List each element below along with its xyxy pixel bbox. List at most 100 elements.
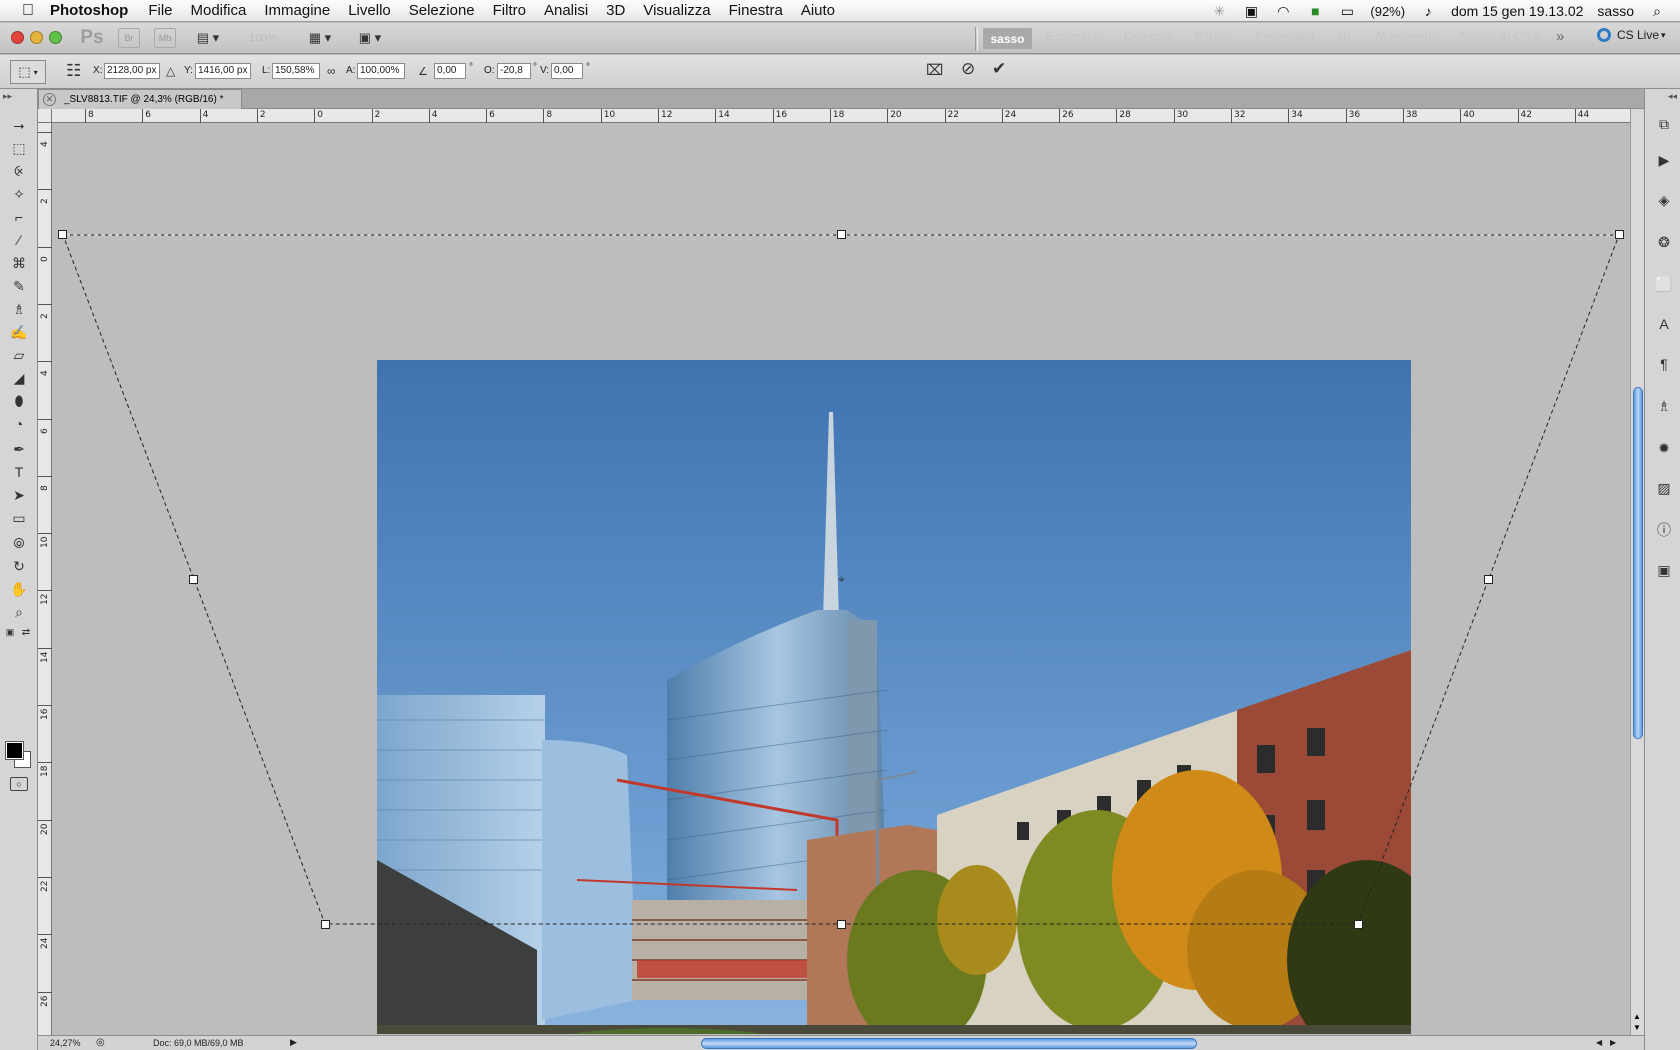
menu-analisi[interactable]: Analisi <box>544 2 588 19</box>
commit-transform-icon[interactable]: ✔ <box>992 59 1006 79</box>
vertical-ruler[interactable]: 4 2 0 2 4 6 8 10 12 14 16 18 20 22 24 26 <box>38 123 52 1035</box>
hand-tool-icon[interactable]: ✋ <box>8 579 30 599</box>
document-tab[interactable]: ✕ _SLV8813.TIF @ 24,3% (RGB/16) * <box>38 89 242 109</box>
paragraph-panel-icon[interactable]: ¶ <box>1653 353 1675 375</box>
scroll-right-arrow-icon[interactable]: ▶ <box>1610 1038 1616 1047</box>
healing-brush-tool-icon[interactable]: ⌘ <box>8 253 30 273</box>
clone-source-panel-icon[interactable]: ♗ <box>1653 395 1675 417</box>
transform-center-point-icon[interactable]: ⌖ <box>835 573 848 586</box>
cancel-transform-icon[interactable]: ⊘ <box>961 59 975 79</box>
horizontal-skew-field[interactable]: -20,8 <box>497 63 531 79</box>
scroll-down-arrow-icon[interactable]: ▼ <box>1633 1023 1641 1032</box>
marquee-tool-icon[interactable]: ⬚ <box>8 138 30 158</box>
move-tool-icon[interactable]: ⭢ <box>8 115 30 135</box>
transform-handle-top-left[interactable] <box>58 230 67 239</box>
lasso-tool-icon[interactable]: ⨴ <box>8 161 30 181</box>
transform-handle-middle-right[interactable] <box>1484 575 1493 584</box>
default-colors-icon[interactable]: ▣ <box>4 622 16 642</box>
menu-app-name[interactable]: Photoshop <box>50 2 128 19</box>
workspace-3d[interactable]: 3D <box>1336 29 1351 43</box>
relative-position-icon[interactable]: △ <box>166 64 175 78</box>
workspace-essenziali[interactable]: Essenziali <box>1046 29 1104 43</box>
input-flag-icon[interactable]: ■ <box>1306 3 1324 19</box>
battery-icon[interactable]: ▭ <box>1338 3 1356 20</box>
more-workspaces-button[interactable]: » <box>1556 28 1564 45</box>
character-panel-icon[interactable]: A <box>1653 313 1675 335</box>
view-extras-button[interactable]: ▤ ▾ <box>190 28 226 48</box>
menu-finestra[interactable]: Finestra <box>729 2 783 19</box>
clock[interactable]: dom 15 gen 19.13.02 <box>1451 3 1583 19</box>
transform-handle-bottom-left[interactable] <box>321 920 330 929</box>
menu-livello[interactable]: Livello <box>348 2 391 19</box>
layers-panel-icon[interactable]: ◈ <box>1653 189 1675 211</box>
swap-colors-icon[interactable]: ⇄ <box>20 622 32 642</box>
horizontal-scroll-thumb[interactable] <box>701 1038 1197 1049</box>
3d-orbit-tool-icon[interactable]: ↻ <box>8 556 30 576</box>
transform-handle-top-right[interactable] <box>1615 230 1624 239</box>
pen-tool-icon[interactable]: ✒ <box>8 439 30 459</box>
mini-bridge-panel-icon[interactable]: ▣ <box>1653 559 1675 581</box>
paint-bucket-tool-icon[interactable]: ◢ <box>8 368 30 388</box>
status-settings-icon[interactable]: ◎ <box>96 1037 105 1048</box>
actions-panel-icon[interactable]: ▶ <box>1653 149 1675 171</box>
transform-handle-bottom-center[interactable] <box>837 920 846 929</box>
menu-visualizza[interactable]: Visualizza <box>643 2 710 19</box>
status-menu-arrow-icon[interactable]: ▶ <box>290 1037 297 1048</box>
display-icon[interactable]: ▣ <box>1242 3 1260 20</box>
user-name[interactable]: sasso <box>1597 3 1634 19</box>
blur-tool-icon[interactable]: ⬮ <box>8 391 30 411</box>
menu-filtro[interactable]: Filtro <box>493 2 526 19</box>
foreground-color-swatch[interactable] <box>5 741 24 760</box>
clone-stamp-tool-icon[interactable]: ♗ <box>8 299 30 319</box>
dodge-tool-icon[interactable]: ◔ <box>8 414 30 434</box>
brush-tool-icon[interactable]: ✎ <box>8 276 30 296</box>
menu-file[interactable]: File <box>148 2 172 19</box>
histogram-panel-icon[interactable]: ▨ <box>1653 477 1675 499</box>
ruler-origin[interactable] <box>38 109 52 123</box>
rectangle-tool-icon[interactable]: ▭ <box>8 508 30 528</box>
workspace-disegno[interactable]: Disegno <box>1124 29 1171 43</box>
channels-panel-icon[interactable]: ❂ <box>1653 231 1675 253</box>
eyedropper-tool-icon[interactable]: ⁄ <box>8 230 30 250</box>
paths-panel-icon[interactable]: ⬜ <box>1653 273 1675 295</box>
transform-handle-bottom-right[interactable] <box>1354 920 1363 929</box>
quick-selection-tool-icon[interactable]: ✧ <box>8 184 30 204</box>
width-percent-field[interactable]: 150,58% <box>272 63 320 79</box>
crop-tool-icon[interactable]: ⌐ <box>8 207 30 227</box>
zoom-tool-icon[interactable]: ⌕ <box>8 602 30 622</box>
type-tool-icon[interactable]: T <box>8 462 30 482</box>
warp-mode-icon[interactable]: ⌧ <box>926 61 943 79</box>
path-selection-tool-icon[interactable]: ➤ <box>8 485 30 505</box>
brush-presets-panel-icon[interactable]: ✹ <box>1653 437 1675 459</box>
transform-handle-middle-left[interactable] <box>189 575 198 584</box>
eraser-tool-icon[interactable]: ▱ <box>8 345 30 365</box>
volume-icon[interactable]: ♪ <box>1419 3 1437 19</box>
transform-handle-top-center[interactable] <box>837 230 846 239</box>
bluetooth-icon[interactable]: ✳ <box>1210 3 1228 20</box>
menu-selezione[interactable]: Selezione <box>409 2 475 19</box>
workspace-active-sasso[interactable]: sasso <box>983 28 1032 49</box>
workspace-novita[interactable]: Novità in CS 5 <box>1460 29 1541 43</box>
cs-live-button[interactable]: CS Live ▾ <box>1597 28 1666 42</box>
quick-mask-button[interactable]: ○ <box>10 777 28 791</box>
window-zoom-button[interactable] <box>49 31 62 44</box>
scroll-up-arrow-icon[interactable]: ▲ <box>1633 1012 1641 1021</box>
rotation-angle-field[interactable]: 0,00 <box>434 63 466 79</box>
menu-aiuto[interactable]: Aiuto <box>801 2 835 19</box>
vertical-scroll-thumb[interactable] <box>1633 387 1643 739</box>
menu-3d[interactable]: 3D <box>606 2 625 19</box>
link-icon[interactable]: ∞ <box>327 64 336 78</box>
info-panel-icon[interactable]: ⓘ <box>1653 519 1675 541</box>
y-position-field[interactable]: 1416,00 px <box>195 63 251 79</box>
vertical-skew-field[interactable]: 0,00 <box>551 63 583 79</box>
horizontal-ruler[interactable]: 8 6 4 2 0 2 4 6 8 10 12 14 16 18 20 22 24 26 28 30 32 34 36 38 4… <box>52 109 1630 123</box>
panel-collapse-icon[interactable]: ▸▸ <box>3 91 12 102</box>
vertical-scrollbar[interactable]: ▲ ▼ <box>1630 109 1644 1035</box>
zoom-level-field[interactable]: 100% <box>240 28 286 48</box>
mini-bridge-button[interactable]: Mb <box>154 28 176 48</box>
window-close-button[interactable] <box>11 31 24 44</box>
height-percent-field[interactable]: 100,00% <box>357 63 405 79</box>
close-document-icon[interactable]: ✕ <box>43 93 56 106</box>
menu-immagine[interactable]: Immagine <box>264 2 330 19</box>
arrange-documents-button[interactable]: ▦ ▾ <box>302 28 338 48</box>
